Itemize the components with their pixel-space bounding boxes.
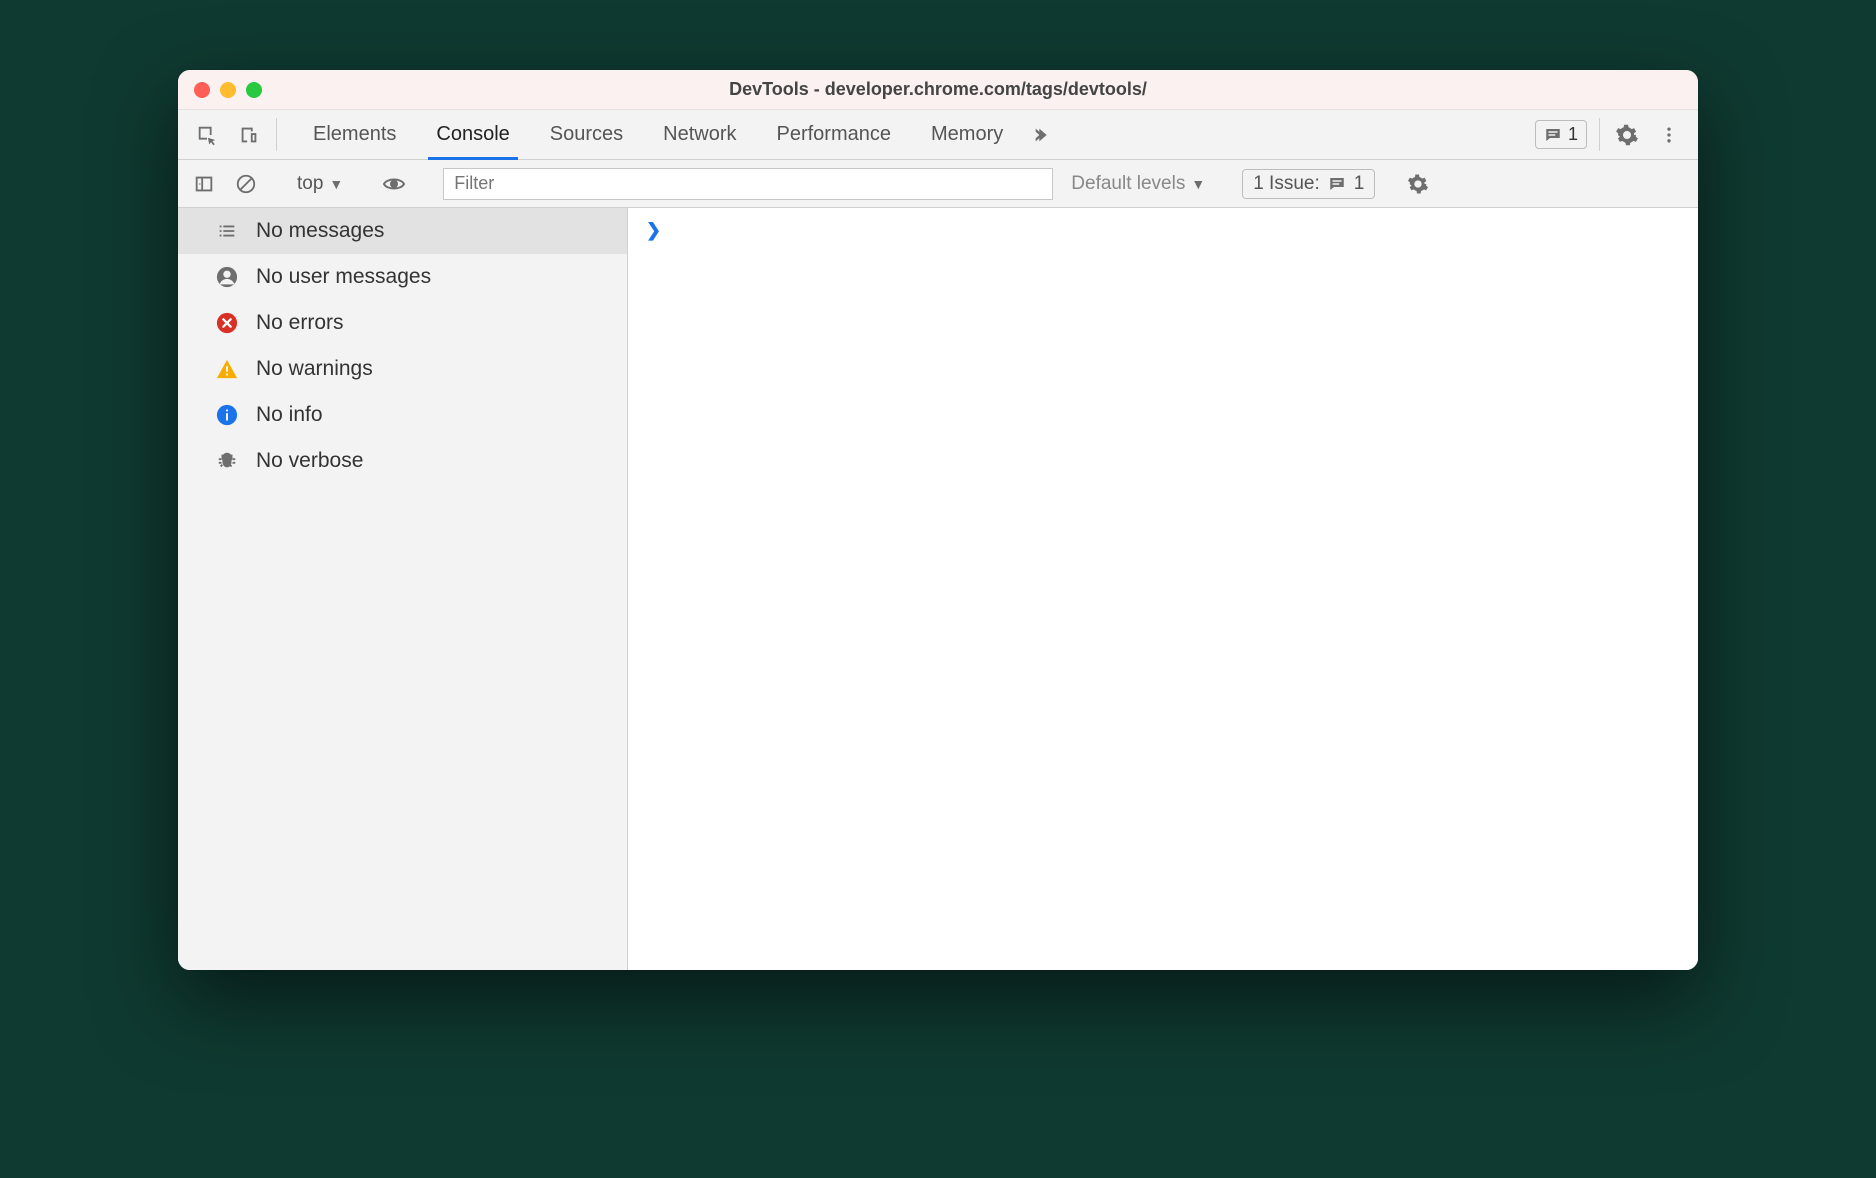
user-icon [214, 264, 240, 290]
sidebar-item-label: No verbose [256, 449, 363, 473]
chevron-down-icon: ▼ [329, 176, 343, 192]
titlebar: DevTools - developer.chrome.com/tags/dev… [178, 70, 1698, 110]
more-options-button[interactable] [1648, 110, 1690, 159]
tab-label: Performance [777, 123, 892, 146]
inspect-element-button[interactable] [186, 110, 228, 159]
info-icon [214, 402, 240, 428]
issues-count: 1 [1354, 173, 1365, 195]
tab-console[interactable]: Console [416, 110, 529, 159]
main-tabbar: Elements Console Sources Network Perform… [178, 110, 1698, 160]
close-window-button[interactable] [194, 82, 210, 98]
divider [276, 118, 277, 151]
more-tabs-button[interactable] [1023, 110, 1063, 159]
message-icon [1544, 126, 1562, 144]
tab-performance[interactable]: Performance [757, 110, 912, 159]
tab-sources[interactable]: Sources [530, 110, 643, 159]
warning-icon [214, 356, 240, 382]
console-prompt-caret-icon: ❯ [646, 220, 661, 240]
tab-label: Network [663, 123, 736, 146]
sidebar-item-errors[interactable]: No errors [178, 300, 627, 346]
message-icon [1328, 175, 1346, 193]
devtools-window: DevTools - developer.chrome.com/tags/dev… [178, 70, 1698, 970]
traffic-lights [194, 82, 262, 98]
console-output[interactable]: ❯ [628, 208, 1698, 970]
live-expression-button[interactable] [376, 166, 412, 202]
tab-label: Sources [550, 123, 623, 146]
panel-tabs: Elements Console Sources Network Perform… [293, 110, 1023, 159]
context-selector[interactable]: top ▼ [289, 173, 351, 195]
error-icon [214, 310, 240, 336]
log-levels-selector[interactable]: Default levels ▼ [1059, 173, 1217, 195]
device-toolbar-button[interactable] [228, 110, 270, 159]
sidebar-item-info[interactable]: No info [178, 392, 627, 438]
console-toolbar: top ▼ Default levels ▼ 1 Issue: 1 [178, 160, 1698, 208]
filter-input[interactable] [443, 168, 1053, 200]
console-settings-button[interactable] [1400, 166, 1436, 202]
bug-icon [214, 448, 240, 474]
levels-label: Default levels [1071, 173, 1185, 195]
sidebar-item-label: No info [256, 403, 323, 427]
sidebar-item-messages[interactable]: No messages [178, 208, 627, 254]
maximize-window-button[interactable] [246, 82, 262, 98]
issues-chip[interactable]: 1 Issue: 1 [1242, 169, 1375, 199]
window-title: DevTools - developer.chrome.com/tags/dev… [178, 79, 1698, 100]
tab-label: Console [436, 123, 509, 146]
issues-label: 1 Issue: [1253, 173, 1320, 195]
sidebar-item-label: No messages [256, 219, 384, 243]
sidebar-item-warnings[interactable]: No warnings [178, 346, 627, 392]
console-sidebar: No messages No user messages No errors N… [178, 208, 628, 970]
issues-badge[interactable]: 1 [1535, 120, 1587, 149]
minimize-window-button[interactable] [220, 82, 236, 98]
tab-memory[interactable]: Memory [911, 110, 1023, 159]
chevron-down-icon: ▼ [1191, 176, 1205, 192]
issues-badge-count: 1 [1568, 124, 1578, 145]
console-main: No messages No user messages No errors N… [178, 208, 1698, 970]
toggle-sidebar-button[interactable] [186, 166, 222, 202]
context-label: top [297, 173, 323, 195]
tab-elements[interactable]: Elements [293, 110, 416, 159]
sidebar-item-user-messages[interactable]: No user messages [178, 254, 627, 300]
sidebar-item-label: No warnings [256, 357, 373, 381]
divider [1599, 118, 1600, 151]
clear-console-button[interactable] [228, 166, 264, 202]
sidebar-item-label: No user messages [256, 265, 431, 289]
list-icon [214, 218, 240, 244]
tab-label: Elements [313, 123, 396, 146]
tab-label: Memory [931, 123, 1003, 146]
sidebar-item-label: No errors [256, 311, 344, 335]
tab-network[interactable]: Network [643, 110, 756, 159]
sidebar-item-verbose[interactable]: No verbose [178, 438, 627, 484]
settings-button[interactable] [1606, 110, 1648, 159]
